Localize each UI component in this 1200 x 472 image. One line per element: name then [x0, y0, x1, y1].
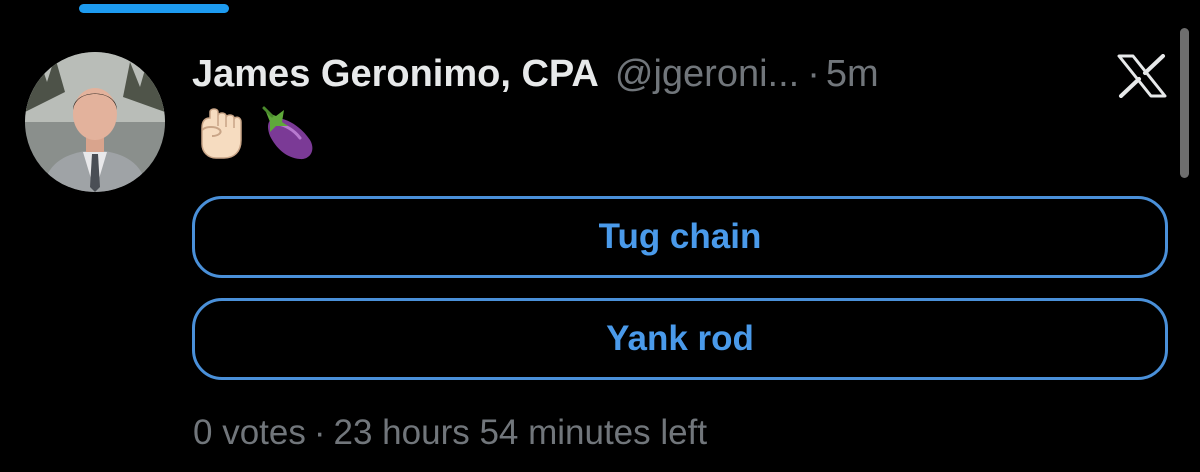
- poll-option-label: Tug chain: [598, 217, 762, 256]
- author-handle[interactable]: @jgeroni...: [615, 48, 799, 100]
- active-tab-indicator: [79, 4, 229, 13]
- poll-option-yank-rod[interactable]: Yank rod: [192, 298, 1168, 380]
- poll-footer: 0 votes · 23 hours 54 minutes left: [193, 408, 707, 458]
- avatar[interactable]: [25, 52, 165, 192]
- header-separator: ·: [807, 53, 820, 95]
- x-logo-icon[interactable]: [1116, 54, 1168, 98]
- poll-footer-separator: ·: [313, 413, 326, 452]
- avatar-photo: [25, 52, 165, 192]
- poll-option-tug-chain[interactable]: Tug chain: [192, 196, 1168, 278]
- poll-time-left: 23 hours 54 minutes left: [333, 413, 708, 452]
- tweet-timestamp[interactable]: 5m: [826, 48, 879, 100]
- eggplant-emoji-icon: [258, 104, 320, 169]
- tweet-header: James Geronimo, CPA @jgeroni... · 5m: [192, 48, 879, 100]
- poll-option-label: Yank rod: [606, 319, 754, 358]
- fist-emoji-icon: [196, 106, 244, 167]
- tweet-body: [196, 104, 320, 168]
- scrollbar[interactable]: [1180, 28, 1189, 178]
- poll-vote-count: 0 votes: [193, 413, 306, 452]
- author-display-name[interactable]: James Geronimo, CPA: [192, 48, 599, 100]
